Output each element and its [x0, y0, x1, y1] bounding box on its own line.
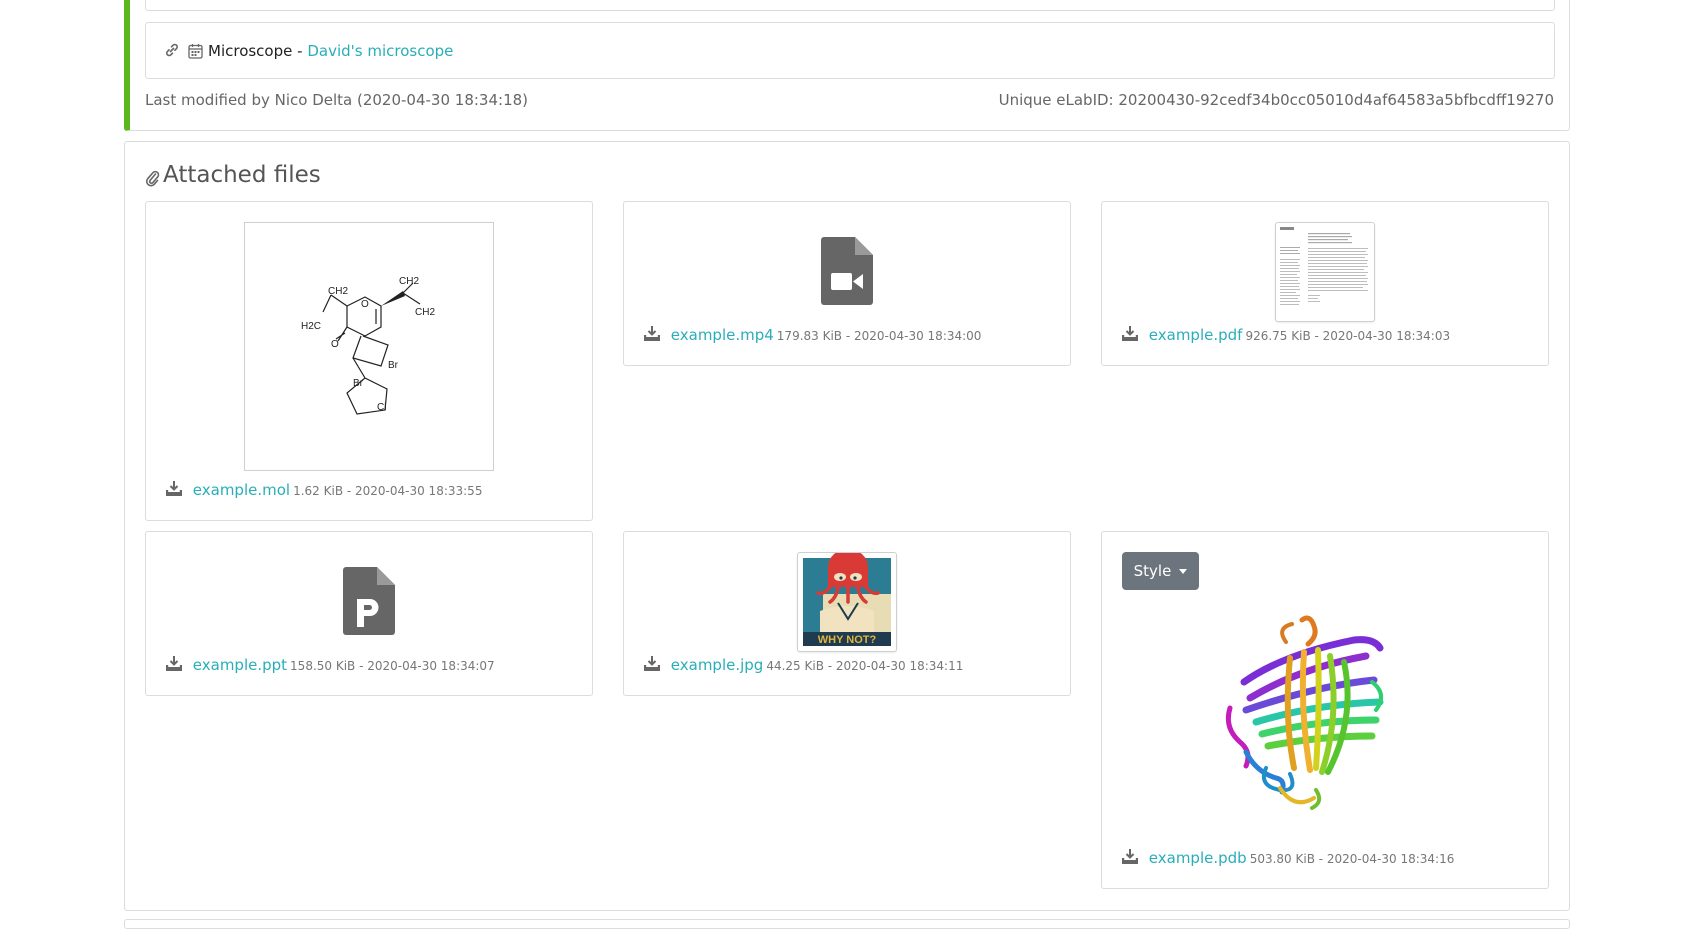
link-separator: - [292, 42, 308, 60]
paperclip-icon [145, 169, 160, 187]
file-link[interactable]: example.pdb [1149, 849, 1247, 867]
poster-caption: WHY NOT? [818, 634, 877, 646]
file-info: 503.80 KiB - 2020-04-30 18:34:16 [1249, 851, 1455, 866]
calendar-icon [188, 43, 203, 59]
unique-elabid: Unique eLabID: 20200430-92cedf34b0cc0501… [998, 91, 1554, 109]
download-icon[interactable] [1121, 848, 1139, 868]
previous-link-box [145, 0, 1555, 11]
next-panel-edge [124, 919, 1570, 929]
molecule-label: O [331, 339, 339, 350]
jpg-thumbnail[interactable]: WHY NOT? [797, 549, 897, 652]
linked-item-title[interactable]: David's microscope [307, 42, 453, 60]
download-icon[interactable] [1121, 325, 1139, 345]
attached-files-title: Attached files [163, 162, 321, 188]
file-info: 926.75 KiB - 2020-04-30 18:34:03 [1245, 328, 1451, 343]
molecule-label: Br [353, 378, 364, 389]
file-info: 179.83 KiB - 2020-04-30 18:34:00 [776, 328, 982, 343]
file-line-ppt: example.ppt 158.50 KiB - 2020-04-30 18:34… [165, 655, 495, 675]
molecule-label: CH2 [415, 307, 435, 318]
molecule-label: CH2 [399, 276, 419, 287]
download-icon[interactable] [165, 480, 183, 500]
file-link[interactable]: example.mp4 [671, 326, 774, 344]
file-line-pdf: example.pdf 926.75 KiB - 2020-04-30 18:34… [1121, 325, 1451, 345]
video-file-icon[interactable] [821, 237, 873, 305]
molecule-label: O [361, 299, 369, 310]
protein-3d-viewer[interactable] [1216, 612, 1406, 820]
file-info: 44.25 KiB - 2020-04-30 18:34:11 [766, 658, 964, 673]
pdf-page-image [1280, 227, 1368, 305]
powerpoint-file-icon[interactable] [343, 567, 395, 635]
poster-image: WHY NOT? [803, 549, 891, 646]
file-line-jpg: example.jpg 44.25 KiB - 2020-04-30 18:34:… [643, 655, 964, 675]
file-info: 1.62 KiB - 2020-04-30 18:33:55 [293, 483, 483, 498]
download-icon[interactable] [643, 325, 661, 345]
file-link[interactable]: example.mol [193, 481, 290, 499]
molecule-structure-image: CH2 CH2 CH2 H2C O O Br Br Cl [301, 276, 435, 415]
last-modified: Last modified by Nico Delta (2020-04-30 … [145, 91, 529, 109]
file-link[interactable]: example.ppt [193, 656, 287, 674]
molecule-label: Cl [377, 402, 386, 413]
file-line-mol: example.mol 1.62 KiB - 2020-04-30 18:33:5… [165, 480, 483, 500]
linked-item-line: Microscope - David's microscope [208, 42, 453, 60]
download-icon[interactable] [643, 655, 661, 675]
file-line-mp4: example.mp4 179.83 KiB - 2020-04-30 18:34… [643, 325, 982, 345]
link-icon [164, 42, 180, 58]
file-line-pdb: example.pdb 503.80 KiB - 2020-04-30 18:34… [1121, 848, 1455, 868]
link-type: Microscope [208, 42, 293, 60]
style-dropdown-button[interactable]: Style [1122, 552, 1199, 590]
style-button-label: Style [1133, 562, 1172, 580]
molecule-label: CH2 [328, 286, 348, 297]
pdf-thumbnail[interactable] [1275, 222, 1375, 322]
molecule-label: Br [388, 360, 399, 371]
caret-down-icon [1179, 568, 1188, 574]
file-link[interactable]: example.jpg [671, 656, 764, 674]
file-link[interactable]: example.pdf [1149, 326, 1243, 344]
download-icon[interactable] [165, 655, 183, 675]
protein-ribbon-image [1225, 615, 1384, 810]
file-info: 158.50 KiB - 2020-04-30 18:34:07 [290, 658, 495, 673]
molecule-thumbnail[interactable]: CH2 CH2 CH2 H2C O O Br Br Cl [244, 222, 494, 471]
molecule-label: H2C [301, 321, 321, 332]
